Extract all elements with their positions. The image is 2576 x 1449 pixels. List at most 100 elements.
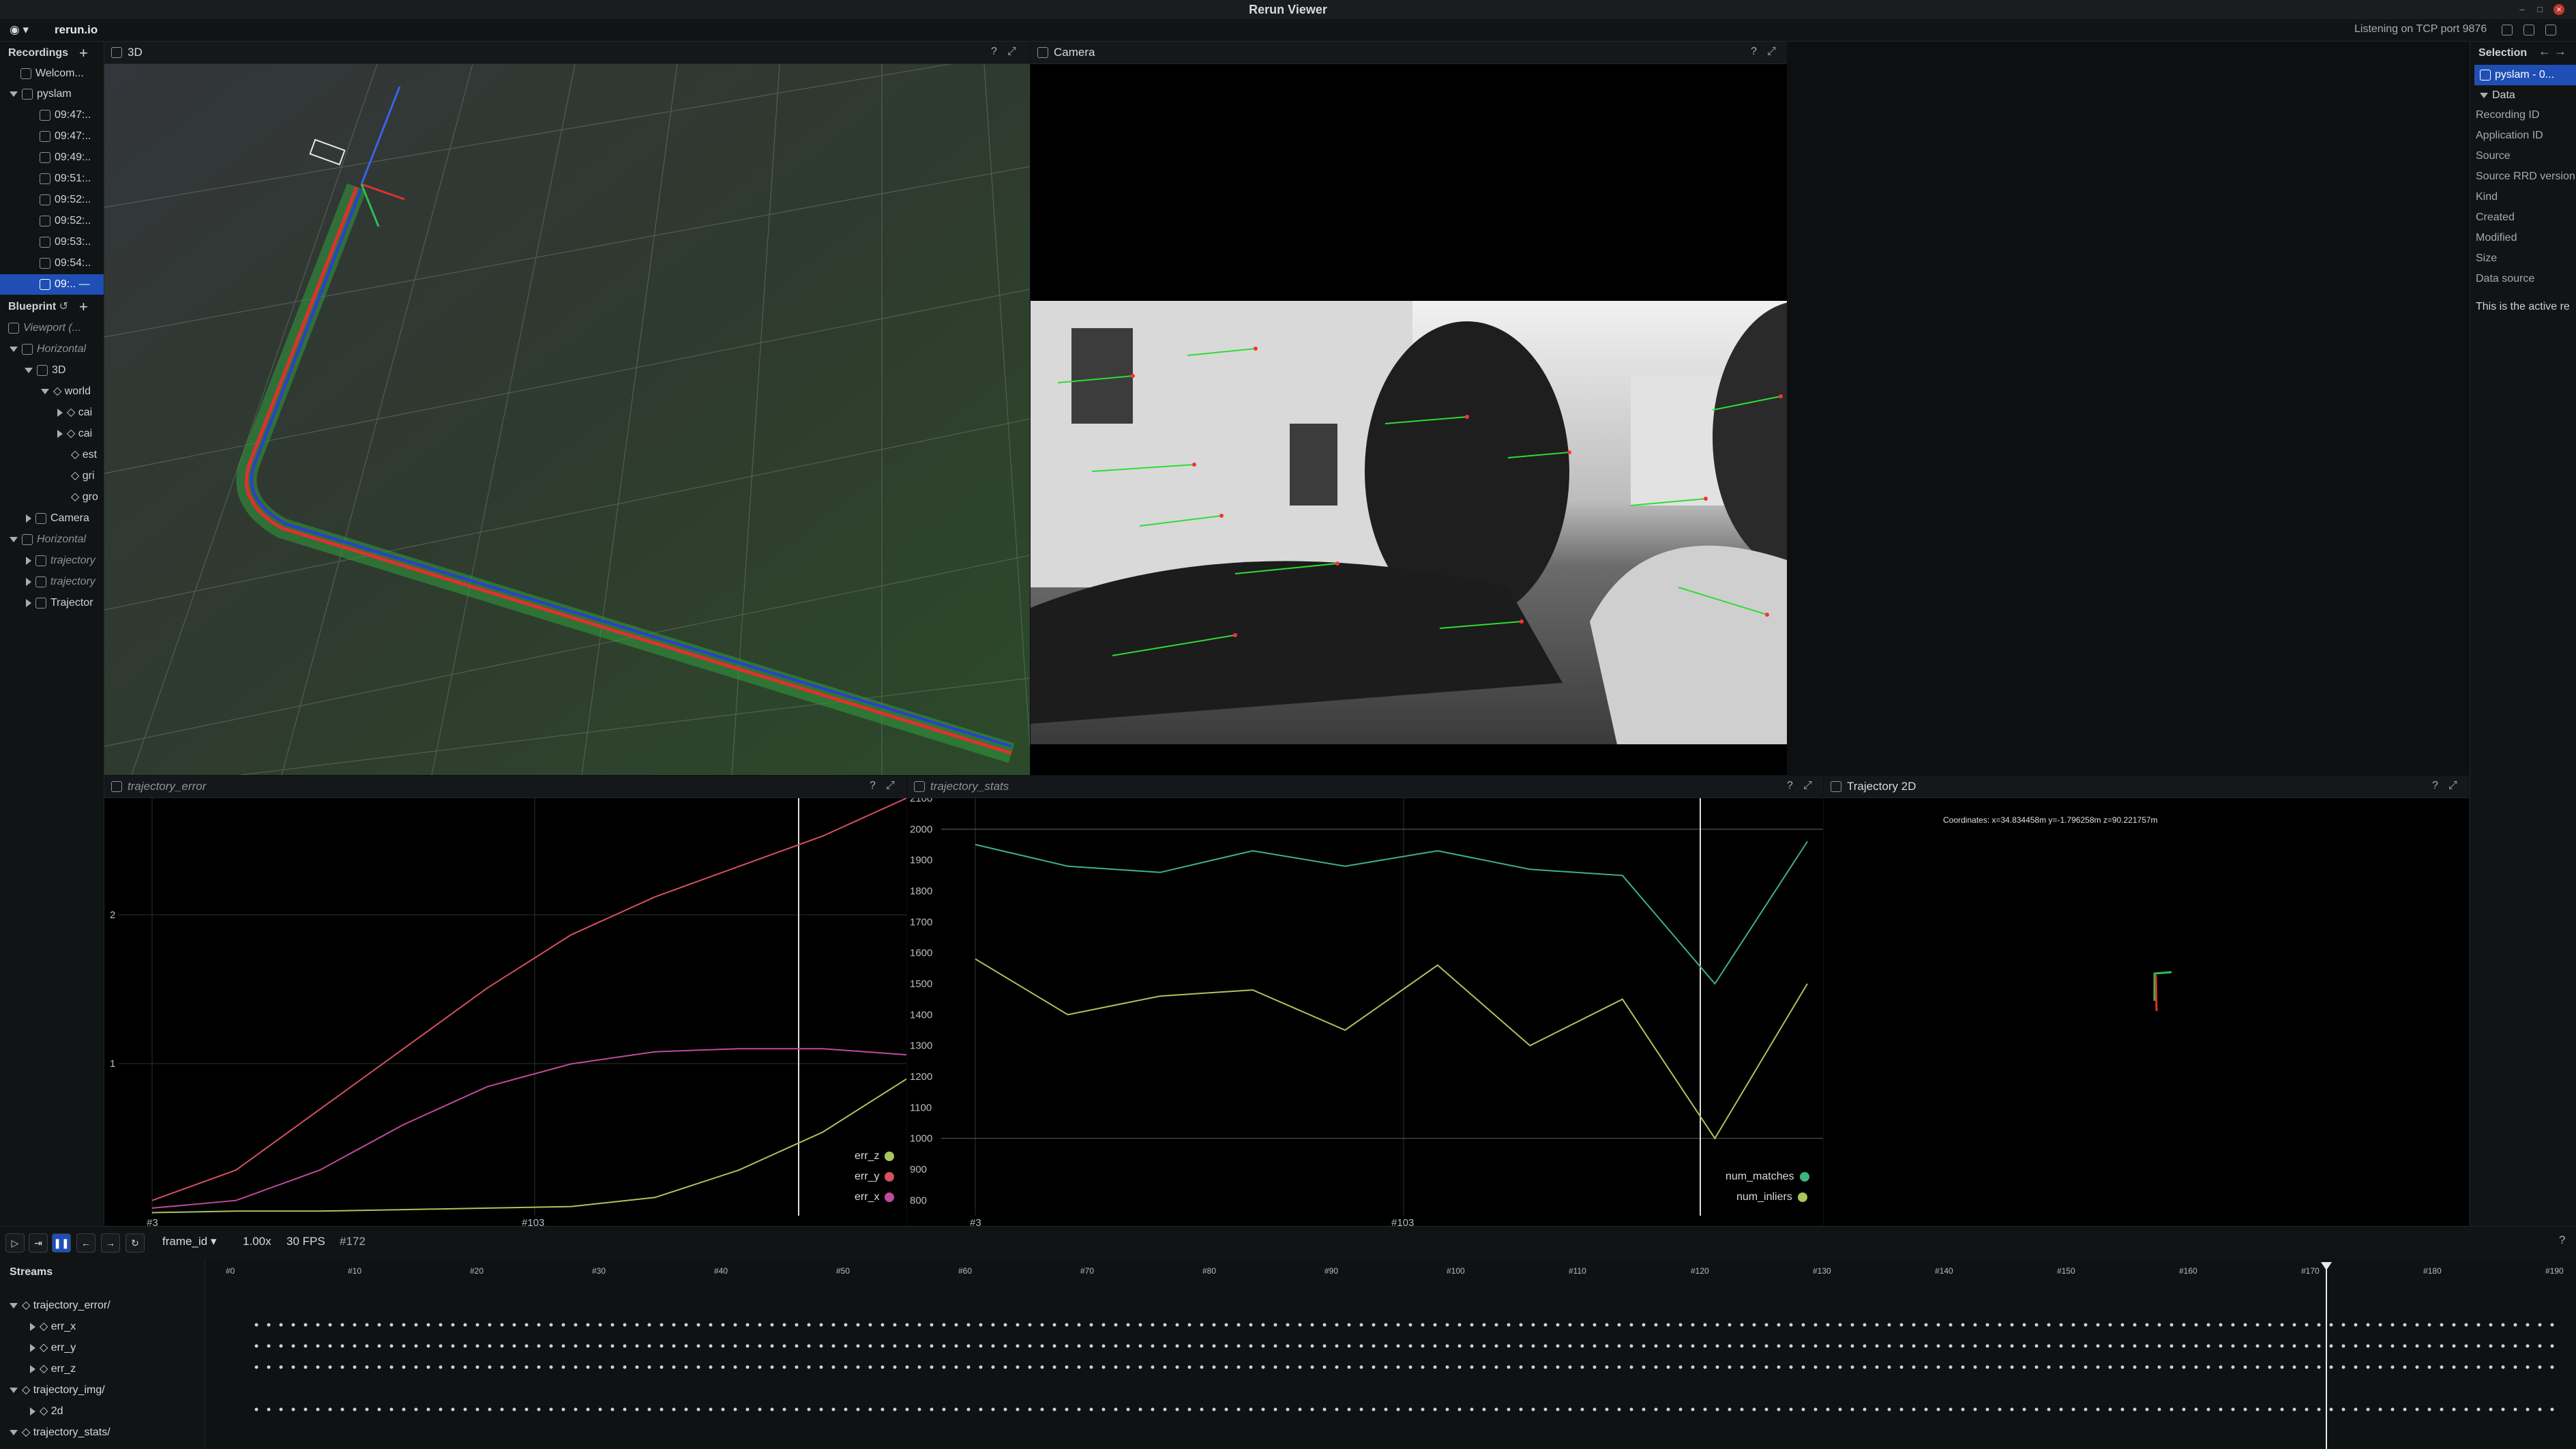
stream-err-z[interactable]: ◇ err_z [30,1359,76,1379]
pause-icon[interactable]: ❚❚ [52,1233,71,1253]
container-horizontal[interactable]: Horizontal [10,339,86,360]
scene-3d-canvas[interactable] [104,64,1030,775]
timeline-event-dot [1470,1323,1474,1327]
add-recording-icon[interactable]: + [79,44,88,62]
toggle-bottom-panel-icon[interactable] [2523,25,2534,35]
timeline-event-dot [1175,1344,1179,1348]
camera-image[interactable] [1031,301,1787,744]
legend-err-y[interactable]: err_y [855,1171,895,1183]
stream-trajectory-img[interactable]: ◇ trajectory_img/ [10,1380,105,1401]
timeline-selector[interactable]: frame_id ▾ [162,1235,216,1248]
timeline-event-dot [463,1407,467,1411]
toggle-left-panel-icon[interactable] [2502,25,2513,35]
stats-plot-canvas[interactable]: 2100 2000 1900 1800 1700 1600 1500 1400 1300 1200… [907,798,1823,1226]
timeline-event-dot [1408,1365,1412,1369]
view-camera[interactable]: Camera ? ⤢ [1031,42,1787,775]
recording-item-active[interactable]: 09:.. — [0,274,104,295]
playback-fps[interactable]: 30 FPS [286,1235,325,1248]
timeline-event-dot [512,1344,516,1348]
stream-trajectory-error[interactable]: ◇ trajectory_error/ [10,1296,110,1316]
recording-item[interactable]: 09:54:.. [40,253,91,274]
maximize-icon[interactable]: □ [2534,4,2545,15]
timeline-event-dot [1310,1323,1314,1327]
step-forward-icon[interactable]: → [101,1233,120,1253]
recording-item[interactable]: 09:53:.. [40,232,91,252]
entity-child[interactable]: ◇ cai [57,424,92,444]
step-icon[interactable]: ⇥ [29,1233,48,1253]
stream-trajectory-stats[interactable]: ◇ trajectory_stats/ [10,1422,110,1443]
recording-item[interactable]: 09:52:.. [40,190,91,210]
help-icon[interactable]: ? [870,780,876,792]
entity-child[interactable]: ◇ gro [71,487,98,508]
entity-child[interactable]: ◇ est [71,445,97,465]
view-trajectory-2d[interactable]: Trajectory 2D ? ⤢ Coordinates: x=34.8344… [1824,776,2469,1226]
stream-err-y[interactable]: ◇ err_y [30,1338,76,1358]
timeline-event-dot [1421,1365,1425,1369]
timeline-event-dot [586,1344,590,1348]
legend-err-x[interactable]: err_x [855,1191,895,1203]
timeline-event-dot [2501,1365,2505,1369]
timeline-cursor-handle-icon[interactable] [2321,1262,2332,1270]
timeline-event-dots[interactable] [205,1283,2576,1449]
minimize-icon[interactable]: – [2517,4,2528,15]
view-traj-stats-item[interactable]: trajectory [26,572,95,592]
app-pyslam[interactable]: pyslam [10,84,72,104]
view-trajectory-error[interactable]: trajectory_error ? ⤢ 2 1 #3 #103 err_z e… [104,776,906,1226]
playback-speed[interactable]: 1.00x [243,1235,271,1248]
entity-child[interactable]: ◇ gri [71,466,95,486]
play-icon[interactable]: ▷ [5,1233,25,1253]
timeline-event-dot [2476,1344,2481,1348]
recording-item[interactable]: 09:51:.. [40,169,91,189]
timeline-event-dot [1065,1344,1069,1348]
view-camera-item[interactable]: Camera [26,508,89,529]
help-icon[interactable]: ? [2559,1233,2565,1247]
add-view-icon[interactable]: + [79,298,88,316]
recording-item[interactable]: 09:47:.. [40,126,91,147]
container-horizontal[interactable]: Horizontal [10,529,86,550]
stream-err-x[interactable]: ◇ err_x [30,1317,76,1337]
view-3d-item[interactable]: 3D [25,360,65,381]
recording-item[interactable]: 09:49:.. [40,147,91,168]
maximize-view-icon[interactable]: ⤢ [1803,780,1812,792]
rerun-menu-icon[interactable]: ◉ ▾ [10,23,29,37]
maximize-view-icon[interactable]: ⤢ [2448,780,2457,792]
reset-blueprint-icon[interactable]: ↺ [59,301,68,312]
timeline-event-dot [2133,1365,2137,1369]
timeline-event-dot [1396,1344,1400,1348]
view-traj2d-item[interactable]: Trajector [26,593,93,613]
timeline-event-dot [1764,1344,1768,1348]
timeline-ruler[interactable]: #0 #10 #20 #30 #40 #50 #60 #70 #80 #90 #100 #110 #12… [205,1266,2576,1280]
view-trajectory-stats[interactable]: trajectory_stats ? ⤢ 2100 2000 1900 1800 170… [907,776,1823,1226]
help-icon[interactable]: ? [991,46,997,58]
step-back-icon[interactable]: ← [76,1233,95,1253]
back-icon[interactable]: ← → [2538,44,2566,59]
selected-recording[interactable]: pyslam - 0... [2474,65,2576,85]
help-icon[interactable]: ? [1751,46,1757,58]
help-icon[interactable]: ? [1787,780,1793,792]
toggle-right-panel-icon[interactable] [2545,25,2556,35]
viewport-item[interactable]: Viewport (... [8,318,81,338]
maximize-view-icon[interactable]: ⤢ [1767,46,1776,58]
maximize-view-icon[interactable]: ⤢ [1007,46,1016,58]
recording-item[interactable]: 09:47:.. [40,105,91,126]
legend-err-z[interactable]: err_z [855,1150,895,1162]
loop-icon[interactable]: ↻ [125,1233,145,1253]
legend-num-matches[interactable]: num_matches [1726,1171,1809,1183]
timeline-event-dot [1003,1344,1007,1348]
close-icon[interactable]: × [2553,4,2564,15]
data-section[interactable]: Data [2480,85,2515,106]
help-icon[interactable]: ? [2432,780,2438,792]
error-plot-canvas[interactable]: 2 1 #3 #103 [104,798,906,1226]
timeline-cursor[interactable] [2326,1263,2327,1449]
welcome-item[interactable]: Welcom... [20,63,84,84]
timeline-event-dot [893,1407,897,1411]
entity-child[interactable]: ◇ cai [57,402,92,423]
view-3d[interactable]: 3D ? ⤢ [104,42,1030,775]
view-traj-error-item[interactable]: trajectory [26,551,95,571]
recording-item[interactable]: 09:52:.. [40,211,91,231]
entity-world[interactable]: ◇ world [41,381,91,402]
legend-num-inliers[interactable]: num_inliers [1736,1191,1807,1203]
timeline-event-dot [1715,1323,1719,1327]
maximize-view-icon[interactable]: ⤢ [886,780,895,792]
stream-2d[interactable]: ◇ 2d [30,1401,63,1422]
